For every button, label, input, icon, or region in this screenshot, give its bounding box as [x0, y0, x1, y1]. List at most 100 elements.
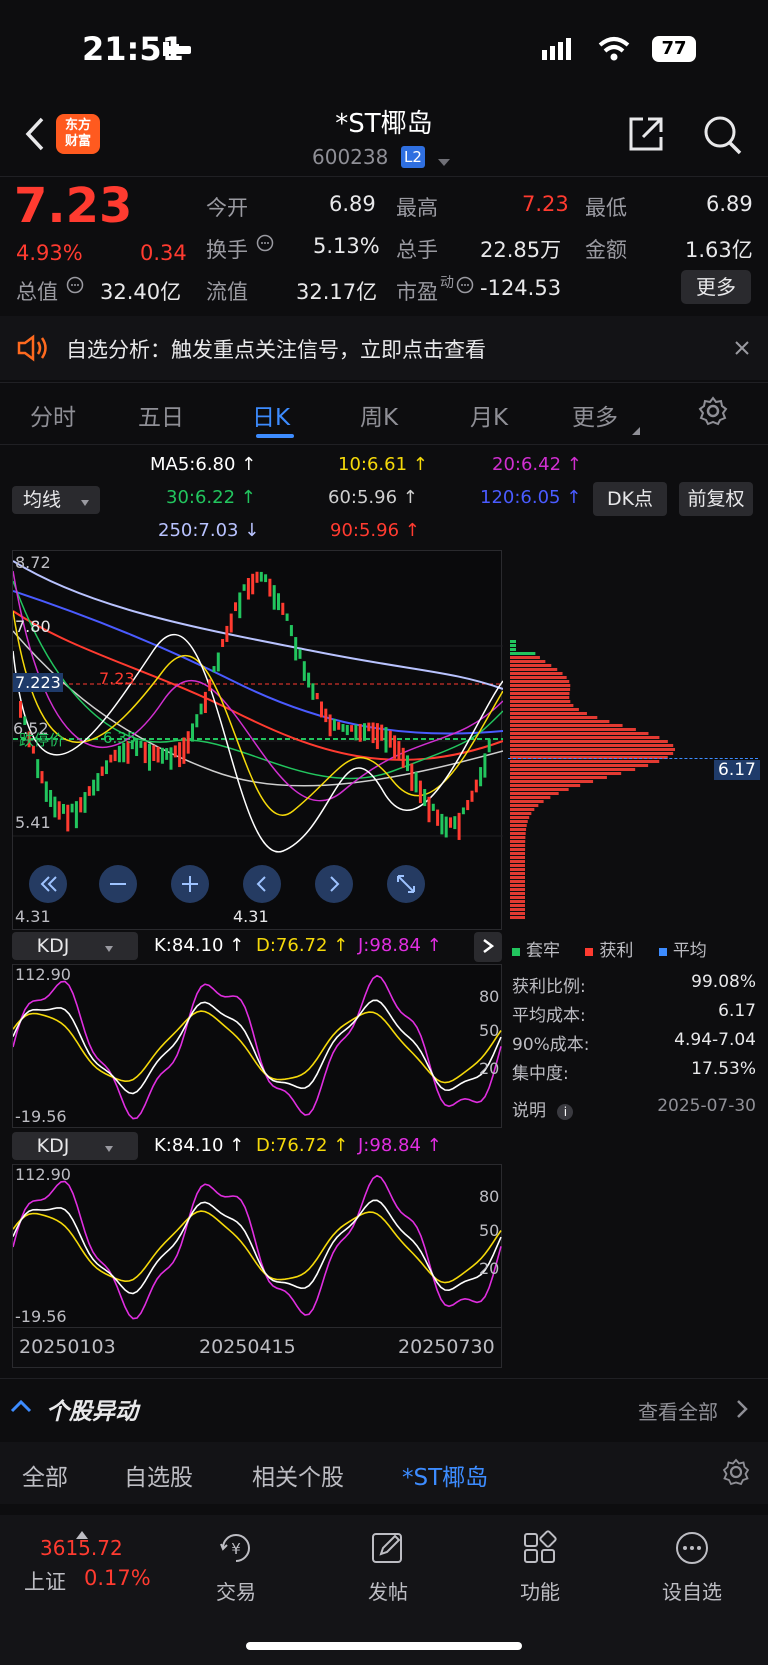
tab-intraday[interactable]: 分时 — [30, 398, 76, 432]
info-icon[interactable] — [66, 276, 84, 298]
nav-functions[interactable]: 功能 — [490, 1530, 590, 1605]
candle — [109, 754, 113, 763]
expand-icon[interactable] — [474, 932, 502, 962]
subtab-current-stock[interactable]: *ST椰岛 — [402, 1458, 488, 1492]
candle — [255, 571, 259, 583]
analysis-banner[interactable]: 自选分析：触发重点关注信号，立即点击查看 — [0, 316, 768, 380]
candle — [487, 738, 491, 753]
dk-point-button[interactable]: DK点 — [593, 482, 667, 516]
kdj1-j: J:98.84 ↑ — [358, 935, 442, 956]
chip-bar — [510, 748, 676, 751]
candle — [36, 759, 40, 779]
candle — [289, 625, 293, 637]
wifi-icon — [598, 36, 630, 66]
level2-badge[interactable]: L2 — [401, 146, 425, 168]
tab-weekly-k[interactable]: 周K — [360, 398, 398, 432]
share-icon[interactable] — [626, 114, 666, 158]
chip-bar — [510, 916, 525, 919]
ma20-line — [12, 570, 504, 802]
nav-trade[interactable]: ¥ 交易 — [186, 1530, 286, 1605]
chip-bar — [510, 772, 622, 775]
zoom-in-button[interactable] — [171, 865, 209, 903]
chip-distribution[interactable]: 6.17 — [508, 640, 760, 930]
trade-yen-icon: ¥ — [220, 1534, 250, 1562]
chip-bar — [510, 820, 528, 823]
candle — [345, 724, 349, 736]
chip-note-label[interactable]: 说明 — [512, 1101, 546, 1121]
tab-more[interactable]: 更多 — [572, 398, 618, 432]
scroll-right-button[interactable] — [315, 865, 353, 903]
zoom-out-button[interactable] — [99, 865, 137, 903]
tab-five-day[interactable]: 五日 — [138, 398, 184, 432]
kdj2-chart[interactable]: 112.90 -19.56 80 50 20 — [12, 1164, 502, 1328]
candle — [367, 722, 371, 732]
candle — [337, 722, 341, 730]
search-icon[interactable] — [702, 114, 742, 160]
ma-selector[interactable]: 均线 — [12, 486, 100, 514]
candle — [57, 801, 61, 820]
fullscreen-button[interactable] — [387, 865, 425, 903]
kdj2-svg — [12, 1174, 502, 1320]
candle — [423, 788, 427, 807]
chip-bar — [510, 896, 525, 899]
ma10-line — [12, 610, 504, 816]
candle — [251, 573, 255, 595]
mktcap-label: 总值 — [16, 280, 58, 304]
candle — [160, 747, 164, 764]
info-icon[interactable]: i — [557, 1104, 574, 1120]
kdj1-80: 80 — [479, 987, 500, 1006]
legend-avg-swatch — [658, 948, 667, 956]
scroll-left-fast-button[interactable] — [29, 865, 67, 903]
subtab-watchlist[interactable]: 自选股 — [124, 1458, 193, 1492]
candle — [62, 803, 65, 814]
limit-down-label: 跌停价 — [19, 731, 65, 749]
nav-add-watch[interactable]: 设自选 — [642, 1530, 742, 1605]
chip-bar — [510, 792, 559, 795]
close-icon[interactable] — [734, 340, 750, 360]
candle — [105, 760, 108, 775]
chip-bar — [510, 704, 574, 707]
chip-legend: 套牢 获利 平均 — [512, 936, 762, 961]
kdj2-80: 80 — [479, 1187, 500, 1206]
collapse-icon[interactable] — [10, 1398, 32, 1417]
tab-monthly-k[interactable]: 月K — [470, 398, 508, 432]
index-ticker[interactable]: 3615.72 上证 0.17% — [18, 1522, 168, 1602]
battery-level: 77 — [661, 38, 687, 59]
chip-bar — [510, 796, 551, 799]
kdj2-selector[interactable]: KDJ — [12, 1132, 138, 1160]
candle — [307, 672, 311, 688]
settings-gear-icon[interactable] — [698, 396, 728, 430]
info-icon[interactable] — [456, 276, 474, 298]
chip-bar — [510, 844, 526, 847]
dropdown-caret-icon[interactable] — [438, 152, 450, 171]
tab-daily-k[interactable]: 日K — [252, 398, 290, 432]
candle — [410, 763, 414, 791]
chip-bar — [510, 900, 525, 903]
chip-bar — [510, 716, 598, 719]
chip-bar — [510, 668, 558, 671]
candle — [444, 816, 448, 838]
nav-post[interactable]: 发帖 — [338, 1530, 438, 1605]
candle — [453, 816, 457, 830]
kdj1-selector[interactable]: KDJ — [12, 932, 138, 960]
candle — [221, 639, 225, 647]
candle — [332, 718, 336, 731]
kdj1-svg — [12, 974, 502, 1120]
candle — [324, 708, 328, 723]
kdj1-chart[interactable]: 112.90 -19.56 80 50 20 — [12, 964, 502, 1128]
pe-label: 市盈 — [396, 280, 438, 304]
amount-value: 1.63亿 — [685, 238, 753, 262]
subtab-all[interactable]: 全部 — [22, 1458, 68, 1492]
kline-chart[interactable]: 8.72 7.80 7.223 7.23 6.52 跌停价 6.35 5.41 … — [12, 550, 504, 930]
view-all-link[interactable]: 查看全部 — [638, 1396, 718, 1425]
scroll-left-button[interactable] — [243, 865, 281, 903]
fq-button[interactable]: 前复权 — [679, 482, 753, 516]
more-button[interactable]: 更多 — [681, 270, 751, 304]
settings-gear-icon[interactable] — [722, 1458, 750, 1490]
info-icon[interactable] — [256, 234, 274, 256]
chevron-right-icon[interactable] — [736, 1399, 748, 1423]
kdj1-top: 112.90 — [15, 965, 71, 984]
candle — [401, 747, 405, 768]
candle — [436, 809, 440, 826]
subtab-related[interactable]: 相关个股 — [252, 1458, 344, 1492]
